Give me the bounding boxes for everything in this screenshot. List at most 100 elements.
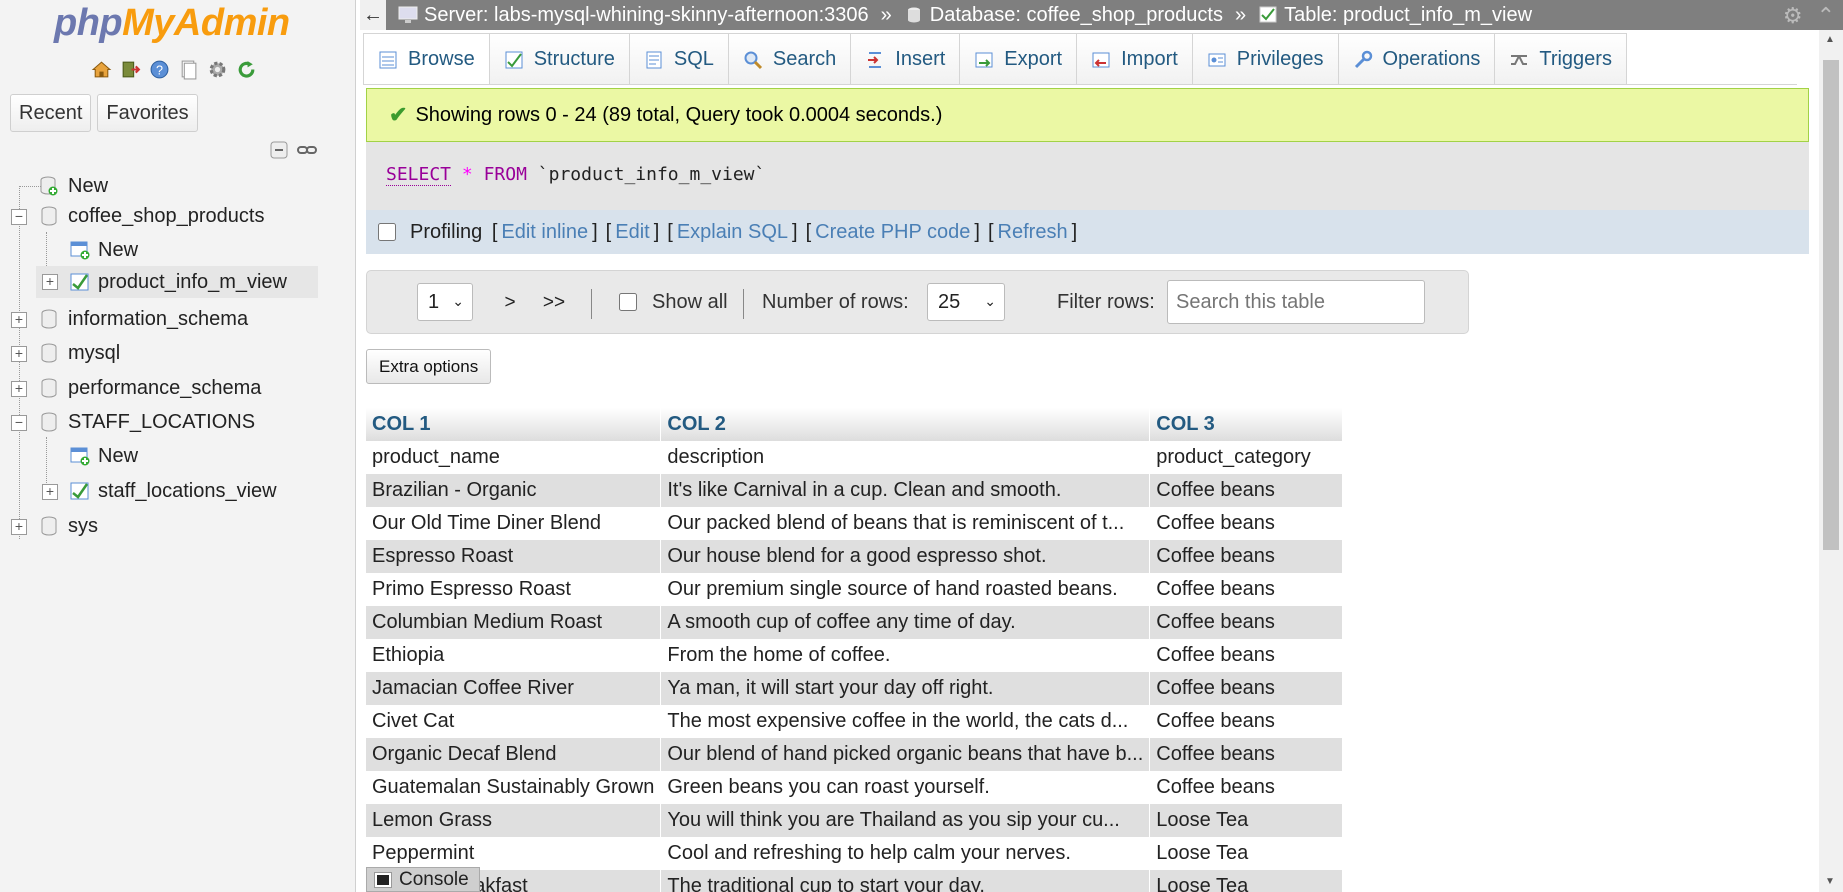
- table-row[interactable]: Ethiopia From the home of coffee. Coffee b…: [366, 639, 1344, 672]
- edit-inline-link[interactable]: Edit inline: [501, 221, 588, 244]
- tree-item-new-table[interactable]: New: [70, 440, 138, 472]
- scrollbar-thumb[interactable]: [1823, 60, 1839, 550]
- column-header[interactable]: COL 3: [1149, 408, 1344, 441]
- logout-icon[interactable]: [119, 58, 142, 81]
- tab-operations[interactable]: Operations: [1337, 33, 1496, 85]
- last-page-button[interactable]: >>: [532, 284, 576, 322]
- show-all-checkbox[interactable]: [619, 293, 637, 311]
- tree-item-sys[interactable]: sys: [40, 510, 98, 542]
- table-cell[interactable]: Ethiopia: [366, 639, 662, 672]
- edit-link[interactable]: Edit: [615, 221, 649, 244]
- back-arrow-icon[interactable]: ←: [360, 0, 386, 30]
- table-cell[interactable]: description: [660, 441, 1151, 474]
- table-row[interactable]: Organic Decaf Blend Our blend of hand pic…: [366, 738, 1344, 771]
- table-cell[interactable]: A smooth cup of coffee any time of day.: [660, 606, 1151, 639]
- table-cell[interactable]: Coffee beans: [1149, 573, 1344, 606]
- tab-structure[interactable]: Structure: [488, 33, 630, 85]
- table-row[interactable]: Primo Espresso Roast Our premium single s…: [366, 573, 1344, 606]
- table-cell[interactable]: From the home of coffee.: [660, 639, 1151, 672]
- table-cell[interactable]: Loose Tea: [1149, 804, 1344, 837]
- tab-privileges[interactable]: Privileges: [1191, 33, 1339, 85]
- filter-rows-input[interactable]: [1167, 280, 1425, 324]
- table-cell[interactable]: Coffee beans: [1149, 507, 1344, 540]
- profiling-checkbox[interactable]: [378, 223, 396, 241]
- table-cell[interactable]: It's like Carnival in a cup. Clean and s…: [660, 474, 1151, 507]
- table-cell[interactable]: Coffee beans: [1149, 474, 1344, 507]
- page-scrollbar[interactable]: ▲ ▼: [1819, 30, 1843, 892]
- table-cell[interactable]: Brazilian - Organic: [366, 474, 662, 507]
- table-cell[interactable]: product_name: [366, 441, 662, 474]
- table-row[interactable]: Espresso Roast Our house blend for a good…: [366, 540, 1344, 573]
- table-cell[interactable]: product_category: [1149, 441, 1344, 474]
- console-toggle[interactable]: Console: [366, 867, 480, 892]
- breadcrumb-database[interactable]: Database: coffee_shop_products: [904, 4, 1223, 27]
- table-cell[interactable]: Espresso Roast: [366, 540, 662, 573]
- table-cell[interactable]: Our Old Time Diner Blend: [366, 507, 662, 540]
- tree-item-information-schema[interactable]: information_schema: [40, 303, 248, 335]
- expand-sys-icon[interactable]: +: [11, 519, 27, 535]
- table-cell[interactable]: Peppermint: [366, 837, 662, 870]
- page-select[interactable]: 1 ⌄: [417, 283, 473, 321]
- table-row[interactable]: Columbian Medium Roast A smooth cup of co…: [366, 606, 1344, 639]
- create-php-code-link[interactable]: Create PHP code: [815, 221, 970, 244]
- table-row[interactable]: English BreakfastThe traditional cup to …: [366, 870, 1344, 892]
- tree-item-staff-locations-view[interactable]: staff_locations_view: [70, 475, 277, 507]
- table-cell[interactable]: Lemon Grass: [366, 804, 662, 837]
- tree-item-coffee-shop-products[interactable]: coffee_shop_products: [40, 200, 264, 232]
- table-cell[interactable]: Coffee beans: [1149, 705, 1344, 738]
- table-row[interactable]: Peppermint Cool and refreshing to help ca…: [366, 837, 1344, 870]
- table-cell[interactable]: You will think you are Thailand as you s…: [660, 804, 1151, 837]
- table-cell[interactable]: Columbian Medium Roast: [366, 606, 662, 639]
- expand-staff-locations-view-icon[interactable]: +: [42, 484, 58, 500]
- tree-item-new-database[interactable]: New: [40, 170, 108, 202]
- collapse-header-icon[interactable]: ⌃: [1817, 3, 1835, 29]
- table-row[interactable]: Jamacian Coffee River Ya man, it will sta…: [366, 672, 1344, 705]
- collapse-staff-locations-icon[interactable]: −: [11, 415, 27, 431]
- scroll-up-arrow-icon[interactable]: ▲: [1825, 34, 1835, 45]
- tree-item-new-table[interactable]: New: [70, 234, 138, 266]
- scroll-down-arrow-icon[interactable]: ▼: [1825, 876, 1835, 887]
- table-cell[interactable]: Our blend of hand picked organic beans t…: [660, 738, 1151, 771]
- table-cell[interactable]: Primo Espresso Roast: [366, 573, 662, 606]
- settings-gear-icon[interactable]: ⚙: [1783, 3, 1803, 29]
- settings-gear-icon[interactable]: [206, 58, 229, 81]
- phpmyadmin-logo[interactable]: phpMyAdmin: [54, 2, 290, 45]
- tab-triggers[interactable]: Triggers: [1494, 33, 1627, 85]
- collapse-coffee-shop-products-icon[interactable]: −: [11, 209, 27, 225]
- table-cell[interactable]: The traditional cup to start your day.: [660, 870, 1151, 892]
- refresh-link[interactable]: Refresh: [998, 221, 1068, 244]
- table-cell[interactable]: Cool and refreshing to help calm your ne…: [660, 837, 1151, 870]
- table-cell[interactable]: Organic Decaf Blend: [366, 738, 662, 771]
- extra-options-button[interactable]: Extra options: [366, 349, 492, 384]
- tree-item-staff-locations[interactable]: STAFF_LOCATIONS: [40, 406, 255, 438]
- table-row[interactable]: Our Old Time Diner Blend Our packed blend…: [366, 507, 1344, 540]
- next-page-button[interactable]: >: [488, 284, 532, 322]
- table-row[interactable]: Civet Cat The most expensive coffee in th…: [366, 705, 1344, 738]
- table-cell[interactable]: Coffee beans: [1149, 606, 1344, 639]
- table-cell[interactable]: Coffee beans: [1149, 738, 1344, 771]
- table-cell[interactable]: Coffee beans: [1149, 771, 1344, 804]
- link-with-main-panel-icon[interactable]: [295, 139, 319, 161]
- tab-insert[interactable]: Insert: [850, 33, 961, 85]
- explain-sql-link[interactable]: Explain SQL: [677, 221, 788, 244]
- home-icon[interactable]: [90, 58, 113, 81]
- favorite-tables-button[interactable]: Favorites: [97, 94, 198, 132]
- tree-item-product-info-m-view[interactable]: + product_info_m_view: [36, 266, 318, 298]
- table-cell[interactable]: Coffee beans: [1149, 639, 1344, 672]
- breadcrumb-table[interactable]: Table: product_info_m_view: [1258, 4, 1532, 27]
- recent-tables-button[interactable]: Recent: [10, 94, 92, 132]
- tree-item-performance-schema[interactable]: performance_schema: [40, 372, 261, 404]
- tab-import[interactable]: Import: [1076, 33, 1193, 85]
- sql-query-display[interactable]: SELECT * FROM `product_info_m_view`: [366, 142, 1809, 210]
- table-cell[interactable]: Our packed blend of beans that is remini…: [660, 507, 1151, 540]
- help-icon[interactable]: ?: [148, 58, 171, 81]
- table-cell[interactable]: Coffee beans: [1149, 672, 1344, 705]
- table-cell[interactable]: Guatemalan Sustainably Grown: [366, 771, 662, 804]
- collapse-all-icon[interactable]: [267, 139, 291, 161]
- expand-view-icon[interactable]: +: [42, 274, 58, 290]
- expand-information-schema-icon[interactable]: +: [11, 312, 27, 328]
- documentation-icon[interactable]: [177, 58, 200, 81]
- table-cell[interactable]: Loose Tea: [1149, 870, 1344, 892]
- table-cell[interactable]: Coffee beans: [1149, 540, 1344, 573]
- tab-browse[interactable]: Browse: [363, 33, 490, 85]
